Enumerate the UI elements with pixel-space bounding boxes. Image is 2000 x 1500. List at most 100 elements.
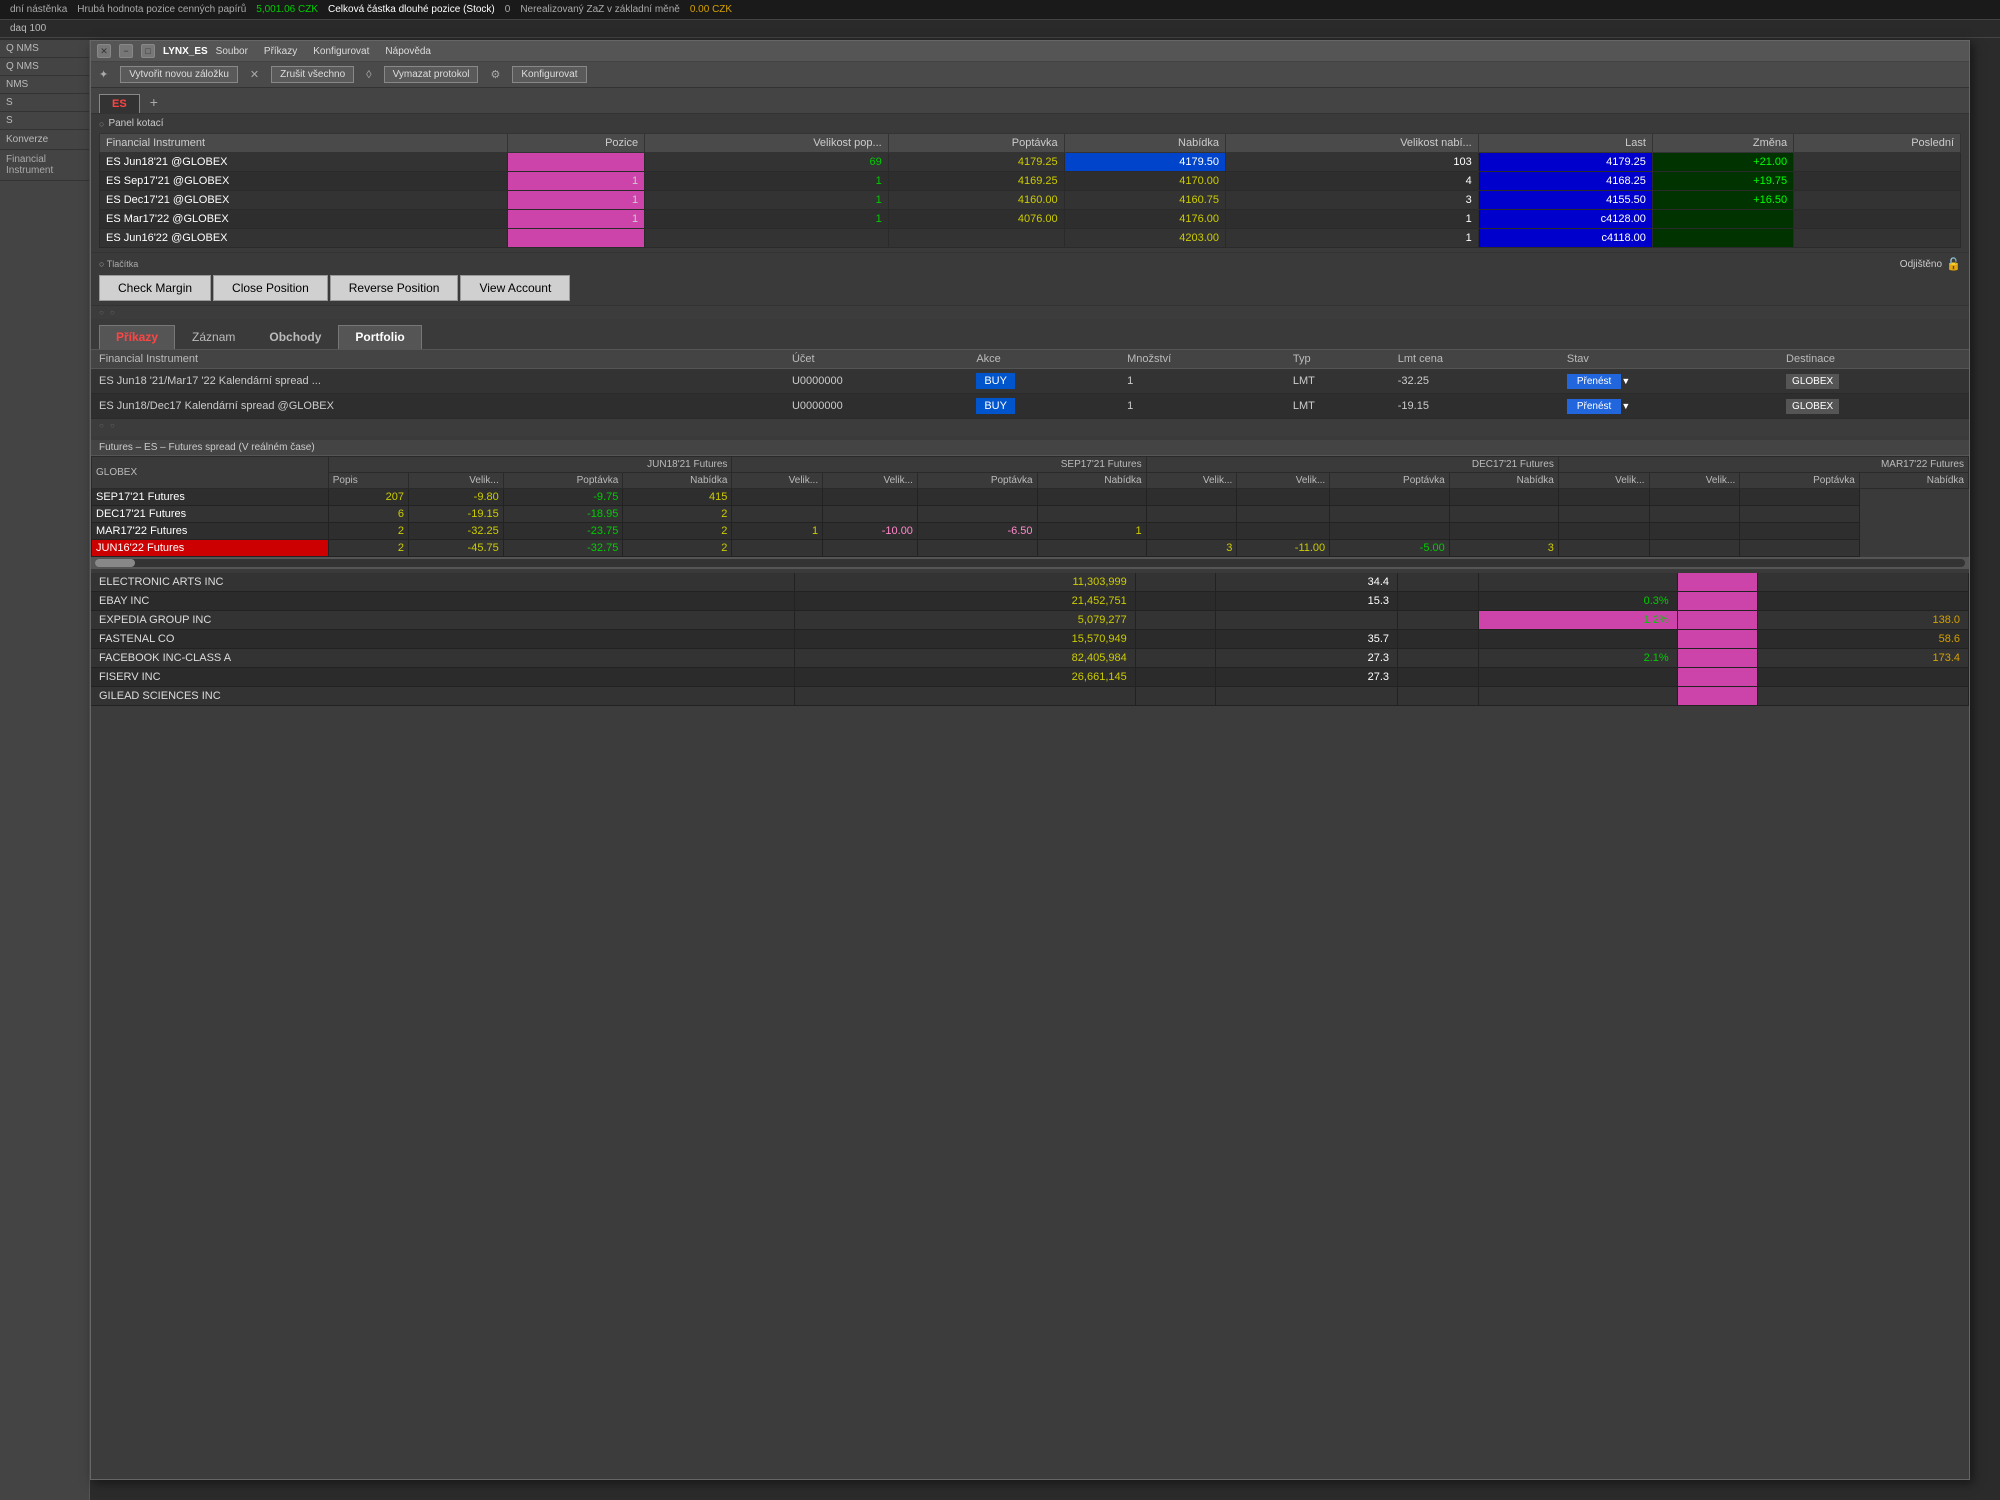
close-btn[interactable]: ✕	[97, 44, 111, 58]
kotaci-cell: 4169.25	[888, 172, 1064, 191]
sidebar-item-5[interactable]: S	[0, 112, 89, 130]
close-position-button[interactable]: Close Position	[213, 275, 328, 301]
stock-row[interactable]: GILEAD SCIENCES INC	[91, 687, 1969, 706]
stock-cell: 138.0	[1758, 611, 1969, 630]
futures-cell: JUN16'22 Futures	[92, 540, 329, 557]
dashboard-label: dní nástěnka	[10, 4, 67, 15]
check-margin-button[interactable]: Check Margin	[99, 275, 211, 301]
prenest-button[interactable]: Přenést	[1567, 399, 1621, 414]
kotaci-cell: 69	[645, 153, 889, 172]
kotaci-row[interactable]: ES Mar17'22 @GLOBEX114076.004176.001c412…	[100, 210, 1961, 229]
order-stav[interactable]: Přenést▼	[1559, 369, 1778, 394]
daq-label: daq 100	[10, 23, 46, 34]
ft-group-dec17: DEC17'21 Futures	[1146, 457, 1558, 473]
clear-log-button[interactable]: Vymazat protokol	[384, 66, 479, 83]
futures-cell: 2	[328, 523, 408, 540]
order-instrument: ES Jun18 '21/Mar17 '22 Kalendární spread…	[91, 369, 784, 394]
futures-cell: -18.95	[503, 506, 623, 523]
buy-badge: BUY	[976, 398, 1015, 414]
order-col-akce: Akce	[968, 350, 1119, 369]
menu-prikazy[interactable]: Příkazy	[264, 46, 297, 57]
futures-cell: DEC17'21 Futures	[92, 506, 329, 523]
tab-zaznam[interactable]: Záznam	[175, 325, 252, 349]
sidebar-item-3[interactable]: NMS	[0, 76, 89, 94]
unrealized-val: 0.00 CZK	[690, 4, 732, 15]
stock-cell: 21,452,751	[794, 592, 1135, 611]
tab-portfolio[interactable]: Portfolio	[338, 325, 421, 349]
order-mnozstvi: 1	[1119, 369, 1285, 394]
menu-soubor[interactable]: Soubor	[216, 46, 248, 57]
futures-cell	[1330, 506, 1450, 523]
kotaci-cell: ES Sep17'21 @GLOBEX	[100, 172, 508, 191]
stock-row[interactable]: EBAY INC21,452,75115.30.3%	[91, 592, 1969, 611]
ft-sub-nab1: Nabídka	[623, 473, 732, 489]
view-account-button[interactable]: View Account	[460, 275, 570, 301]
stock-cell	[1677, 687, 1757, 706]
futures-cell: 207	[328, 489, 408, 506]
stock-cell	[1135, 611, 1215, 630]
kotaci-row[interactable]: ES Sep17'21 @GLOBEX114169.254170.0044168…	[100, 172, 1961, 191]
stock-cell	[1135, 592, 1215, 611]
stock-cell: 11,303,999	[794, 573, 1135, 592]
kotaci-cell: 4170.00	[1064, 172, 1225, 191]
stock-cell	[1478, 668, 1677, 687]
globex-badge: GLOBEX	[1786, 374, 1839, 389]
stock-row[interactable]: ELECTRONIC ARTS INC11,303,99934.4	[91, 573, 1969, 592]
futures-row[interactable]: SEP17'21 Futures207-9.80-9.75415	[92, 489, 1969, 506]
stock-section: ELECTRONIC ARTS INC11,303,99934.4EBAY IN…	[91, 573, 1969, 706]
order-stav[interactable]: Přenést▼	[1559, 394, 1778, 419]
kotaci-cell: 4	[1226, 172, 1479, 191]
kotaci-cell	[507, 229, 645, 248]
new-tab-button[interactable]: Vytvořit novou záložku	[120, 66, 238, 83]
menu-napoveda[interactable]: Nápověda	[385, 46, 431, 57]
futures-cell: 3	[1449, 540, 1558, 557]
kotaci-cell	[1794, 172, 1961, 191]
stock-row[interactable]: EXPEDIA GROUP INC5,079,2771.2%138.0	[91, 611, 1969, 630]
kotaci-cell: 4155.50	[1478, 191, 1652, 210]
ft-sub-popt4: Poptávka	[1740, 473, 1860, 489]
futures-row[interactable]: MAR17'22 Futures2-32.25-23.7521-10.00-6.…	[92, 523, 1969, 540]
stock-cell	[1758, 592, 1969, 611]
order-row[interactable]: ES Jun18 '21/Mar17 '22 Kalendární spread…	[91, 369, 1969, 394]
stock-cell: FISERV INC	[91, 668, 794, 687]
futures-row[interactable]: JUN16'22 Futures2-45.75-32.7523-11.00-5.…	[92, 540, 1969, 557]
reverse-position-button[interactable]: Reverse Position	[330, 275, 459, 301]
scrollbar-thumb[interactable]	[95, 559, 135, 567]
orders-section: Financial Instrument Účet Akce Množství …	[91, 350, 1969, 419]
kotaci-row[interactable]: ES Jun18'21 @GLOBEX694179.254179.5010341…	[100, 153, 1961, 172]
tab-obchody[interactable]: Obchody	[252, 325, 338, 349]
stock-row[interactable]: FACEBOOK INC-CLASS A82,405,98427.32.1%17…	[91, 649, 1969, 668]
order-row[interactable]: ES Jun18/Dec17 Kalendární spread @GLOBEX…	[91, 394, 1969, 419]
sidebar-item-4[interactable]: S	[0, 94, 89, 112]
kotaci-cell	[888, 229, 1064, 248]
tab-add[interactable]: +	[142, 91, 166, 113]
prenest-button[interactable]: Přenést	[1567, 374, 1621, 389]
kotaci-row[interactable]: ES Jun16'22 @GLOBEX4203.001c4118.00	[100, 229, 1961, 248]
stock-cell	[1216, 687, 1398, 706]
action-buttons-row: Check Margin Close Position Reverse Posi…	[99, 275, 1961, 301]
maximize-btn[interactable]: □	[141, 44, 155, 58]
sidebar-item-1[interactable]: Q NMS	[0, 40, 89, 58]
kotaci-row[interactable]: ES Dec17'21 @GLOBEX114160.004160.7534155…	[100, 191, 1961, 210]
tab-prikazy[interactable]: Příkazy	[99, 325, 175, 349]
stock-row[interactable]: FASTENAL CO15,570,94935.758.6	[91, 630, 1969, 649]
minimize-btn[interactable]: −	[119, 44, 133, 58]
futures-scrollbar[interactable]	[91, 557, 1969, 569]
kotaci-cell: 1	[645, 172, 889, 191]
stock-cell	[1758, 573, 1969, 592]
menu-konfigurovat[interactable]: Konfigurovat	[313, 46, 369, 57]
stock-row[interactable]: FISERV INC26,661,14527.3	[91, 668, 1969, 687]
sidebar-item-2[interactable]: Q NMS	[0, 58, 89, 76]
configure-button[interactable]: Konfigurovat	[512, 66, 586, 83]
futures-cell	[1146, 489, 1237, 506]
cancel-all-button[interactable]: Zrušit všechno	[271, 66, 354, 83]
ft-sub-popt1: Poptávka	[503, 473, 623, 489]
order-akce: BUY	[968, 369, 1119, 394]
futures-cell	[1037, 540, 1146, 557]
ft-sub-nab2: Nabídka	[1037, 473, 1146, 489]
futures-row[interactable]: DEC17'21 Futures6-19.15-18.952	[92, 506, 1969, 523]
tab-es[interactable]: ES	[99, 94, 140, 113]
buttons-section: ○ Tlačítka Odjištěno 🔓 Check Margin Clos…	[91, 252, 1969, 306]
futures-cell: 2	[623, 523, 732, 540]
stock-cell: 15,570,949	[794, 630, 1135, 649]
